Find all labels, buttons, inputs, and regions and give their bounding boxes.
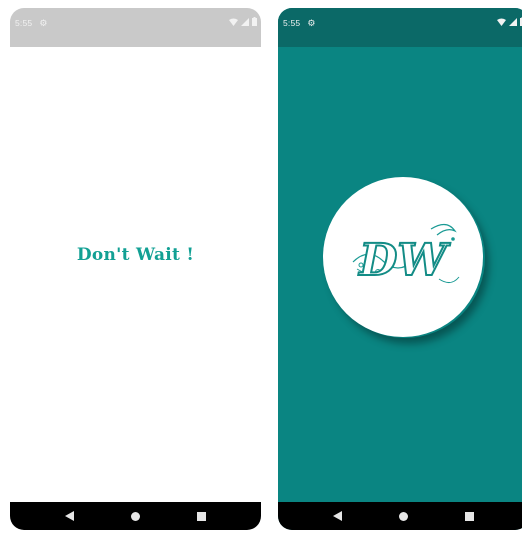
status-bar: 5:55 ⚙	[10, 8, 261, 47]
wifi-icon	[229, 18, 238, 26]
status-icons	[497, 17, 522, 26]
back-button[interactable]	[328, 507, 346, 525]
logo-circle: DW	[323, 177, 483, 337]
headline-text: Don't Wait !	[76, 245, 195, 265]
status-bar: 5:55 ⚙	[278, 8, 522, 47]
wifi-icon	[497, 18, 506, 26]
back-icon	[64, 511, 74, 521]
signal-icon	[509, 17, 517, 26]
home-icon	[398, 511, 408, 521]
recents-icon	[465, 511, 475, 521]
recents-button[interactable]	[461, 507, 479, 525]
gear-icon: ⚙	[39, 18, 48, 28]
home-button[interactable]	[126, 507, 144, 525]
home-button[interactable]	[394, 507, 412, 525]
home-icon	[130, 511, 140, 521]
recents-button[interactable]	[193, 507, 211, 525]
status-icons	[229, 17, 257, 26]
status-time: 5:55	[283, 18, 301, 28]
gear-icon: ⚙	[307, 18, 316, 28]
right-phone-screen: 5:55 ⚙ DW	[278, 8, 522, 530]
back-button[interactable]	[60, 507, 78, 525]
recents-icon	[197, 511, 207, 521]
dw-logo: DW	[352, 223, 460, 287]
left-phone-screen: 5:55 ⚙ Don't Wait !	[10, 8, 261, 530]
signal-icon	[241, 17, 249, 26]
navigation-bar	[10, 502, 261, 530]
navigation-bar	[278, 502, 522, 530]
back-icon	[332, 511, 342, 521]
battery-icon	[252, 17, 257, 26]
logo-text: DW	[357, 235, 451, 286]
status-time: 5:55	[15, 18, 33, 28]
